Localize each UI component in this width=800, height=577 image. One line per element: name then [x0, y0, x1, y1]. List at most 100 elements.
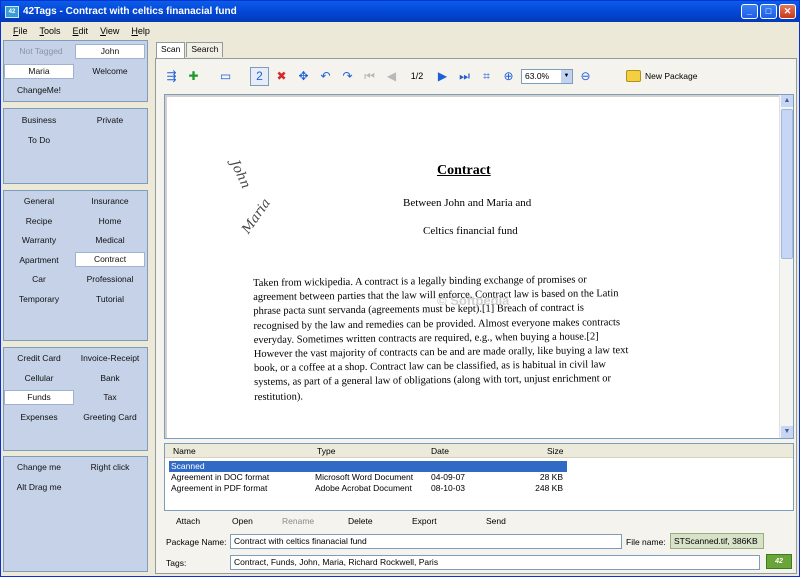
tag-john[interactable]: John [75, 44, 145, 59]
tab-scan[interactable]: Scan [156, 42, 186, 59]
item-name: Agreement in PDF format [171, 483, 268, 493]
scroll-thumb[interactable] [781, 109, 793, 259]
maximize-button[interactable]: □ [760, 4, 777, 19]
tag-medical[interactable]: Medical [75, 233, 145, 248]
tag-changeme[interactable]: ChangeMe! [4, 83, 74, 98]
tag-bank[interactable]: Bank [75, 371, 145, 386]
send-button[interactable]: Send [486, 516, 506, 526]
package-name-label: Package Name: [166, 537, 227, 547]
app-window: 42 42Tags - Contract with celtics finana… [0, 0, 800, 577]
next-page-icon[interactable]: ▶ [433, 67, 452, 86]
zoom-in-icon[interactable]: ⊕ [499, 67, 518, 86]
scroll-down-icon[interactable]: ▼ [781, 426, 793, 438]
new-package-button[interactable]: New Package [626, 70, 697, 82]
tags-field[interactable]: Contract, Funds, John, Maria, Richard Ro… [230, 555, 760, 570]
export-button[interactable]: Export [412, 516, 437, 526]
tag-contract[interactable]: Contract [75, 252, 145, 267]
scroll-up-icon[interactable]: ▲ [781, 95, 793, 107]
tag-tutorial[interactable]: Tutorial [75, 292, 145, 307]
open-button[interactable]: Open [232, 516, 253, 526]
tag-expenses[interactable]: Expenses [4, 410, 74, 425]
tag-right-click[interactable]: Right click [75, 460, 145, 475]
col-size[interactable]: Size [547, 446, 564, 456]
undo-icon[interactable]: ↶ [316, 67, 335, 86]
prev-page-icon[interactable]: ◀ [382, 67, 401, 86]
item-name: Scanned [171, 461, 205, 471]
tag-recipe[interactable]: Recipe [4, 214, 74, 229]
toolbar: ⇶ ✚ ▭ 2 ✖ ✥ ↶ ↷ ⏮ ◀ 1/2 ▶ ⏭ ⌗ ⊕ 63.0% ▼ ⊖… [162, 62, 792, 90]
zoom-out-icon[interactable]: ⊖ [576, 67, 595, 86]
minimize-button[interactable]: _ [741, 4, 758, 19]
item-date: 08-10-03 [431, 483, 466, 493]
col-date[interactable]: Date [431, 446, 449, 456]
list-header: Name Type Date Size [165, 444, 793, 458]
tag-temporary[interactable]: Temporary [4, 292, 74, 307]
item-size: 248 KB [535, 483, 563, 493]
tag-alt-drag-me[interactable]: Alt Drag me [4, 480, 74, 495]
scanned-page: John Maria Contract Between John and Mar… [167, 97, 779, 438]
tag-credit-card[interactable]: Credit Card [4, 351, 74, 366]
item-size: 28 KB [539, 472, 563, 482]
first-page-icon[interactable]: ⏮ [360, 67, 379, 86]
list-item[interactable]: Agreement in DOC format Microsoft Word D… [169, 472, 567, 483]
redo-icon[interactable]: ↷ [338, 67, 357, 86]
tag-panel-custom: Change me Right click Alt Drag me [3, 456, 148, 572]
tag-change-me[interactable]: Change me [4, 460, 74, 475]
menu-edit[interactable]: Edit [67, 26, 95, 36]
tag-panel-documents: General Insurance Recipe Home Warranty M… [3, 190, 148, 341]
tag-welcome[interactable]: Welcome [75, 64, 145, 79]
open-folder-icon[interactable]: ▭ [216, 67, 235, 86]
last-page-icon[interactable]: ⏭ [455, 67, 474, 86]
item-type: Microsoft Word Document [315, 472, 414, 482]
tag-professional[interactable]: Professional [75, 272, 145, 287]
tag-panel-general: Business Private To Do [3, 108, 148, 184]
tag-warranty[interactable]: Warranty [4, 233, 74, 248]
tag-business[interactable]: Business [4, 113, 74, 128]
tag-maria[interactable]: Maria [4, 64, 74, 79]
chevron-down-icon[interactable]: ▼ [561, 69, 572, 83]
delete-page-icon[interactable]: ✖ [272, 67, 291, 86]
window-title: 42Tags - Contract with celtics finanacia… [23, 6, 237, 17]
menu-view[interactable]: View [94, 26, 125, 36]
page-number-icon[interactable]: 2 [250, 66, 269, 86]
close-button[interactable]: ✕ [779, 4, 796, 19]
list-item[interactable]: Agreement in PDF format Adobe Acrobat Do… [169, 483, 567, 494]
tag-general[interactable]: General [4, 194, 74, 209]
tag-private[interactable]: Private [75, 113, 145, 128]
attach-button[interactable]: Attach [176, 516, 200, 526]
tag-panel-people: Not Tagged John Maria Welcome ChangeMe! [3, 40, 148, 102]
menu-tools[interactable]: Tools [34, 26, 67, 36]
tag-to-do[interactable]: To Do [4, 133, 74, 148]
menu-help[interactable]: Help [125, 26, 156, 36]
crop-icon[interactable]: ⌗ [477, 67, 496, 86]
add-page-icon[interactable]: ✚ [184, 67, 203, 86]
title-bar[interactable]: 42 42Tags - Contract with celtics finana… [1, 1, 799, 22]
tag-funds[interactable]: Funds [4, 390, 74, 405]
col-type[interactable]: Type [317, 446, 335, 456]
tag-greeting-card[interactable]: Greeting Card [75, 410, 145, 425]
col-name[interactable]: Name [173, 446, 196, 456]
tag-car[interactable]: Car [4, 272, 74, 287]
tag-home[interactable]: Home [75, 214, 145, 229]
rename-button[interactable]: Rename [282, 516, 314, 526]
list-item[interactable]: Scanned [169, 461, 567, 472]
scan-icon[interactable]: ⇶ [162, 67, 181, 86]
package-name-field[interactable]: Contract with celtics finanacial fund [230, 534, 622, 549]
tag-invoice-receipt[interactable]: Invoice-Receipt [75, 351, 145, 366]
tag-not-tagged[interactable]: Not Tagged [6, 44, 76, 59]
zoom-select[interactable]: 63.0% ▼ [521, 68, 573, 84]
delete-button[interactable]: Delete [348, 516, 373, 526]
document-viewer[interactable]: John Maria Contract Between John and Mar… [164, 94, 794, 439]
tag-sidebar: Not Tagged John Maria Welcome ChangeMe! … [1, 40, 151, 574]
package-icon [626, 70, 641, 82]
menu-file[interactable]: File [7, 26, 34, 36]
tab-search[interactable]: Search [186, 42, 224, 57]
tag-insurance[interactable]: Insurance [75, 194, 145, 209]
tag-tax[interactable]: Tax [75, 390, 145, 405]
document-subtitle-2: Celtics financial fund [423, 225, 518, 237]
vertical-scrollbar[interactable]: ▲ ▼ [779, 95, 793, 438]
tag-cellular[interactable]: Cellular [4, 371, 74, 386]
tag-apartment[interactable]: Apartment [4, 253, 74, 268]
document-subtitle-1: Between John and Maria and [403, 197, 532, 209]
rotate-icon[interactable]: ✥ [294, 67, 313, 86]
